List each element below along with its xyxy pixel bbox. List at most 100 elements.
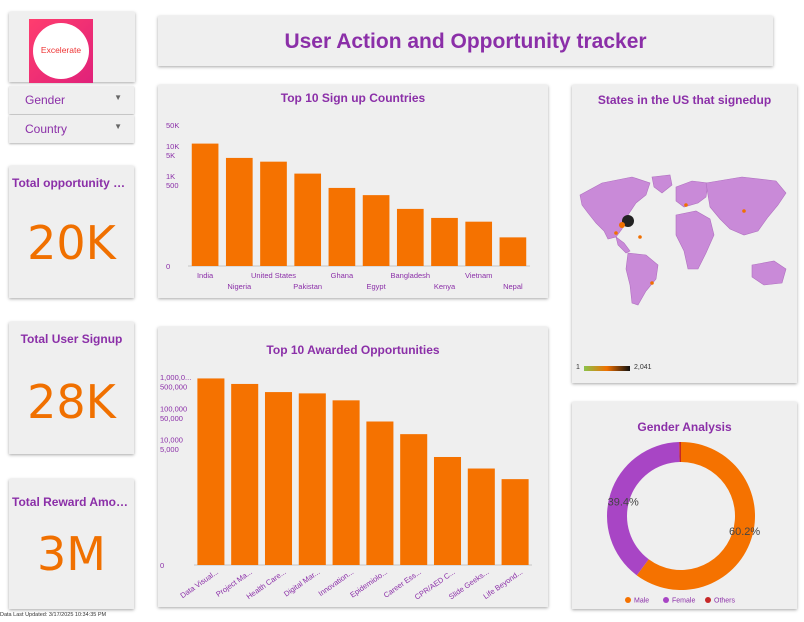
bar-nigeria	[225, 157, 253, 266]
australia-shape	[751, 260, 787, 286]
kpi-opportunity-title: Total opportunity si...	[12, 176, 134, 190]
bar-united-states	[260, 161, 287, 266]
x-tick-label: India	[197, 271, 214, 280]
world-map	[579, 174, 787, 306]
bar-opportunity-7	[400, 434, 428, 565]
bar-vietnam	[465, 221, 493, 266]
x-tick-label: Kenya	[434, 282, 456, 291]
x-tick-label: Nepal	[503, 282, 523, 291]
slice-label-male: 60.2%	[729, 526, 760, 538]
y-tick-label: 1,000,0...	[160, 373, 191, 382]
bar-opportunity-4	[298, 393, 326, 565]
x-tick-label: Data Visual...	[178, 567, 220, 600]
x-tick-label: United States	[251, 271, 296, 280]
bar-egypt	[362, 195, 390, 266]
y-tick-label: 500	[166, 181, 179, 190]
country-dropdown-label: Country	[25, 122, 68, 136]
title-banner: User Action and Opportunity tracker	[158, 16, 773, 66]
marker-europe	[684, 203, 688, 207]
marker-south-america	[650, 281, 654, 285]
bar-opportunity-10	[501, 479, 529, 565]
kpi-opportunity-value: 20K	[27, 216, 116, 270]
x-tick-label: Vietnam	[465, 271, 492, 280]
country-dropdown[interactable]: Country ▼	[9, 115, 134, 143]
y-tick-label: 0	[160, 561, 164, 570]
legend-label-male: Male	[634, 598, 649, 605]
y-tick-label: 1K	[166, 172, 175, 181]
map-legend-min: 1	[576, 364, 580, 371]
y-tick-label: 10K	[166, 142, 179, 151]
y-tick-label: 5,000	[160, 445, 179, 454]
kpi-signup-card: Total User Signup 28K	[9, 322, 134, 454]
asia-shape	[705, 176, 787, 236]
greenland-shape	[651, 174, 673, 194]
bar-pakistan	[294, 173, 322, 266]
map-legend-gradient	[584, 366, 630, 371]
map-legend-max: 2,041	[634, 364, 652, 371]
bar-opportunity-9	[467, 468, 495, 565]
awarded-opportunities-card: Top 10 Awarded Opportunities 1,000,0... 5…	[158, 327, 548, 607]
y-tick-label: 50K	[166, 121, 179, 130]
gender-analysis-card: Gender Analysis 60.2% 39.4% Male Female Othe…	[572, 402, 797, 609]
slice-female	[607, 442, 680, 576]
south-america-shape	[625, 252, 659, 306]
bar-opportunity-8	[433, 456, 462, 565]
last-updated-text: Data Last Updated: 3/17/2025 10:34:35 PM	[0, 612, 107, 618]
legend-swatch-others	[705, 597, 711, 603]
x-tick-label: Pakistan	[293, 282, 322, 291]
slice-label-female: 39.4%	[608, 496, 639, 508]
bar-opportunity-5	[332, 400, 360, 565]
africa-shape	[675, 210, 715, 270]
x-tick-label: Ghana	[331, 271, 354, 280]
central-america-shape	[615, 236, 631, 254]
bar-opportunity-1	[197, 378, 225, 565]
europe-shape	[675, 180, 709, 208]
us-states-map-card: States in the US that signedup 1 2,041	[572, 85, 797, 383]
kpi-signup-title: Total User Signup	[20, 332, 123, 346]
gender-dropdown[interactable]: Gender ▼	[9, 86, 134, 114]
kpi-opportunity-card: Total opportunity si... 20K	[9, 166, 134, 298]
excelerate-logo: Excelerate	[29, 19, 93, 83]
kpi-reward-value: 3M	[37, 527, 106, 581]
bar-opportunity-2	[231, 383, 259, 565]
bar-opportunity-6	[366, 421, 394, 565]
x-tick-label: Bangladesh	[390, 271, 430, 280]
signup-countries-card: Top 10 Sign up Countries 50K 10K 5K 1K 500 0 I…	[158, 85, 548, 298]
bar-bangladesh	[396, 208, 424, 266]
signup-countries-chart: 50K 10K5K 1K500 0 India Nigeria United States P…	[166, 121, 530, 291]
logo-text: Excelerate	[40, 45, 82, 55]
y-tick-label: 50,000	[160, 414, 183, 423]
y-tick-label: 5K	[166, 151, 175, 160]
north-america-shape	[579, 176, 651, 240]
y-tick-label: 500,000	[160, 382, 187, 391]
marker-asia	[742, 209, 746, 213]
marker-us-2	[619, 222, 625, 228]
kpi-reward-title: Total Reward Amount	[12, 495, 134, 509]
marker-caribbean	[638, 235, 642, 239]
awarded-opportunities-chart: 1,000,0...500,000 100,00050,000 10,0005,00…	[160, 373, 532, 602]
kpi-signup-value: 28K	[27, 375, 116, 429]
gender-dropdown-label: Gender	[25, 93, 66, 107]
marker-mexico	[614, 231, 618, 235]
legend-swatch-female	[663, 597, 669, 603]
x-tick-label: Digital Mar...	[282, 567, 321, 598]
legend-label-others: Others	[714, 598, 736, 605]
x-tick-label: Nigeria	[227, 282, 252, 291]
chevron-down-icon: ▼	[114, 93, 122, 102]
y-tick-label: 100,000	[160, 404, 187, 413]
bar-ghana	[328, 187, 356, 266]
map-title: States in the US that signedup	[597, 93, 772, 107]
x-tick-label: Egypt	[367, 282, 387, 291]
chevron-down-icon: ▼	[114, 122, 122, 131]
bar-nepal	[499, 237, 527, 266]
kpi-reward-card: Total Reward Amount 3M	[9, 479, 134, 609]
map-legend: 1 2,041	[576, 364, 696, 376]
legend-label-female: Female	[672, 598, 695, 605]
page-title: User Action and Opportunity tracker	[284, 30, 647, 53]
bar-kenya	[431, 217, 458, 266]
bar-opportunity-3	[264, 392, 293, 565]
y-tick-label: 10,000	[160, 436, 183, 445]
y-tick-label: 0	[166, 262, 170, 271]
bar-india	[191, 143, 219, 266]
gender-donut-chart: 60.2% 39.4% Male Female Others	[607, 442, 760, 605]
